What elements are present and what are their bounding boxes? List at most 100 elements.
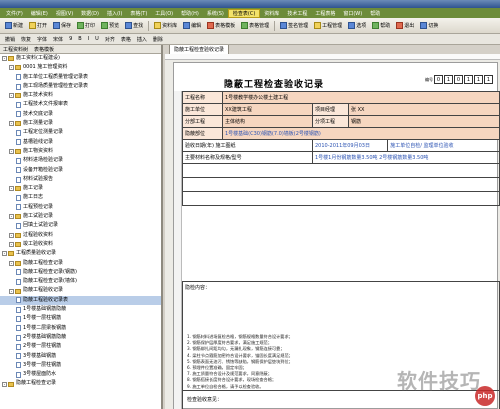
tree-item[interactable]: 1号楼一层柱钢筋 — [0, 314, 161, 323]
field-item[interactable]: 钢筋 — [348, 115, 500, 128]
format-button[interactable]: 9 — [66, 35, 75, 44]
tree-item[interactable]: - 施工技术资料 — [0, 91, 161, 100]
code-box[interactable]: 0 — [454, 75, 463, 84]
tree-item[interactable]: 工程定位测量记录 — [0, 128, 161, 137]
tree-item[interactable]: 3号楼基础钢筋 — [0, 352, 161, 361]
expand-toggle-icon[interactable]: - — [9, 121, 14, 127]
tree-item[interactable]: 施工日志 — [0, 193, 161, 202]
menu-item[interactable]: 插入(I) — [103, 10, 126, 17]
menu-item[interactable]: 检查表(C) — [227, 8, 261, 18]
expand-toggle-icon[interactable]: - — [9, 65, 14, 71]
menu-item[interactable]: 帮助 — [366, 10, 384, 17]
toolbar-button[interactable]: 切换 — [417, 20, 441, 32]
tree-item[interactable]: 技术交底记录 — [0, 110, 161, 119]
menu-item[interactable]: 技术工程 — [283, 10, 311, 17]
code-box[interactable]: 1 — [484, 75, 493, 84]
expand-toggle-icon[interactable]: - — [2, 56, 7, 62]
menu-item[interactable]: 工程表格 — [311, 10, 339, 17]
tree-item[interactable]: 施工单位工程质量管理记录表 — [0, 73, 161, 82]
toolbar-button[interactable]: 工程管理 — [311, 20, 345, 32]
code-box[interactable]: 1 — [464, 75, 473, 84]
tree-item[interactable]: - 0001 施工管理资料 — [0, 63, 161, 72]
expand-toggle-icon[interactable]: - — [9, 149, 14, 155]
toolbar-button[interactable]: 选项 — [345, 20, 369, 32]
tree-item[interactable]: 3号楼屋面防水 — [0, 370, 161, 379]
format-button[interactable]: 表格 — [118, 35, 134, 44]
menu-item[interactable]: 系统(S) — [203, 10, 228, 17]
sheet-tab-active[interactable]: 隐蔽工程检查验收记录 — [169, 45, 230, 54]
tree-item[interactable]: 3号楼一层柱钢筋 — [0, 361, 161, 370]
tree-item[interactable]: - 过程验收资料 — [0, 231, 161, 240]
format-button[interactable]: 插入 — [134, 35, 150, 44]
tree-item[interactable]: - 施工试验记录 — [0, 212, 161, 221]
tree-item[interactable]: 基槽验线记录 — [0, 138, 161, 147]
tree-item[interactable]: - 施工测量记录 — [0, 119, 161, 128]
menu-item[interactable]: 工具(O) — [151, 10, 177, 17]
tree-item[interactable]: 回填土试验记录 — [0, 221, 161, 230]
menu-item[interactable]: 帮助(H) — [177, 10, 203, 17]
tree-item[interactable]: - 施工物资资料 — [0, 147, 161, 156]
menu-item[interactable]: 数据(D) — [77, 10, 103, 17]
code-box[interactable]: 1 — [444, 75, 453, 84]
tab-templates[interactable]: 表格模板 — [31, 46, 57, 53]
tree-item[interactable]: 工程技术文件报审表 — [0, 100, 161, 109]
code-box[interactable]: 0 — [434, 75, 443, 84]
toolbar-button[interactable]: 编辑 — [180, 20, 204, 32]
expand-toggle-icon[interactable]: - — [2, 381, 7, 387]
menu-item[interactable]: 资料库 — [260, 10, 283, 17]
expand-toggle-icon[interactable]: - — [9, 214, 14, 220]
tree-item[interactable]: - 工程质量验收记录 — [0, 249, 161, 258]
tree-item[interactable]: - 隐蔽工程验收记录 — [0, 286, 161, 295]
toolbar-button[interactable]: 保存 — [50, 20, 74, 32]
format-button[interactable]: 撤销 — [2, 35, 18, 44]
tree-item[interactable]: 隐蔽工程验收记录表 — [0, 295, 161, 306]
tree-item[interactable]: - 隐蔽工程检查记录 — [0, 259, 161, 268]
menu-item[interactable]: 视图(V) — [52, 10, 77, 17]
toolbar-button[interactable]: 打开 — [26, 20, 50, 32]
format-button[interactable]: U — [92, 35, 102, 44]
field-project-name[interactable]: 1号楼教学楼办公楼土建工程 — [222, 91, 500, 104]
toolbar-button[interactable]: 表格管理 — [238, 20, 272, 32]
expand-toggle-icon[interactable]: - — [9, 288, 14, 294]
toolbar-button[interactable]: 退出 — [393, 20, 417, 32]
tree-item[interactable]: 材料进场检验记录 — [0, 156, 161, 165]
field-date[interactable]: 2010-2011年09月03日 — [311, 139, 389, 152]
expand-toggle-icon[interactable]: - — [2, 251, 7, 257]
expand-toggle-icon[interactable]: - — [9, 232, 14, 238]
format-button[interactable]: B — [75, 35, 84, 44]
toolbar-button[interactable]: 表格模板 — [204, 20, 238, 32]
toolbar-button[interactable]: 签名管理 — [277, 20, 311, 32]
expand-toggle-icon[interactable]: - — [9, 186, 14, 192]
expand-toggle-icon[interactable]: - — [9, 93, 14, 99]
format-button[interactable]: I — [85, 35, 92, 44]
toolbar-button[interactable]: 查找 — [122, 20, 146, 32]
format-button[interactable]: 宋体 — [50, 35, 66, 44]
tree-item[interactable]: 工程预检记录 — [0, 203, 161, 212]
field-subsection[interactable]: 主体结构 — [222, 115, 313, 128]
toolbar-button[interactable]: 帮助 — [369, 20, 393, 32]
format-button[interactable]: 对齐 — [102, 35, 118, 44]
field-project-manager[interactable]: 张 XX — [348, 103, 500, 116]
format-button[interactable]: 恢复 — [18, 35, 34, 44]
format-button[interactable]: 字体 — [34, 35, 50, 44]
tree-item[interactable]: - 施工记录 — [0, 184, 161, 193]
toolbar-button[interactable]: 预览 — [98, 20, 122, 32]
expand-toggle-icon[interactable]: - — [9, 260, 14, 266]
tree-item[interactable]: - 隐蔽工程检查记录 — [0, 379, 161, 388]
tree-item[interactable]: 隐蔽工程检查记录(墙体) — [0, 277, 161, 286]
tree-item[interactable]: 材料试验报告 — [0, 175, 161, 184]
format-button[interactable]: 删除 — [150, 35, 166, 44]
tree-item[interactable]: - 施工资料(工程建设) — [0, 54, 161, 63]
tree-item[interactable]: 2号楼一层柱钢筋 — [0, 342, 161, 351]
tree-item[interactable]: - 竣工验收资料 — [0, 240, 161, 249]
tab-project-tree[interactable]: 工程资料树 — [0, 46, 31, 53]
tree-item[interactable]: 施工现场质量管理检查记录表 — [0, 82, 161, 91]
code-box[interactable]: 1 — [474, 75, 483, 84]
tree-item[interactable]: 设备开箱检验记录 — [0, 166, 161, 175]
menu-item[interactable]: 窗口(W) — [339, 10, 366, 17]
tree-item[interactable]: 1号楼二层梁板钢筋 — [0, 324, 161, 333]
toolbar-button[interactable]: 打印 — [74, 20, 98, 32]
menu-item[interactable]: 编辑(E) — [27, 10, 52, 17]
menu-item[interactable]: 文件(F) — [2, 10, 27, 17]
tree-item[interactable]: 隐蔽工程检查记录(钢筋) — [0, 268, 161, 277]
